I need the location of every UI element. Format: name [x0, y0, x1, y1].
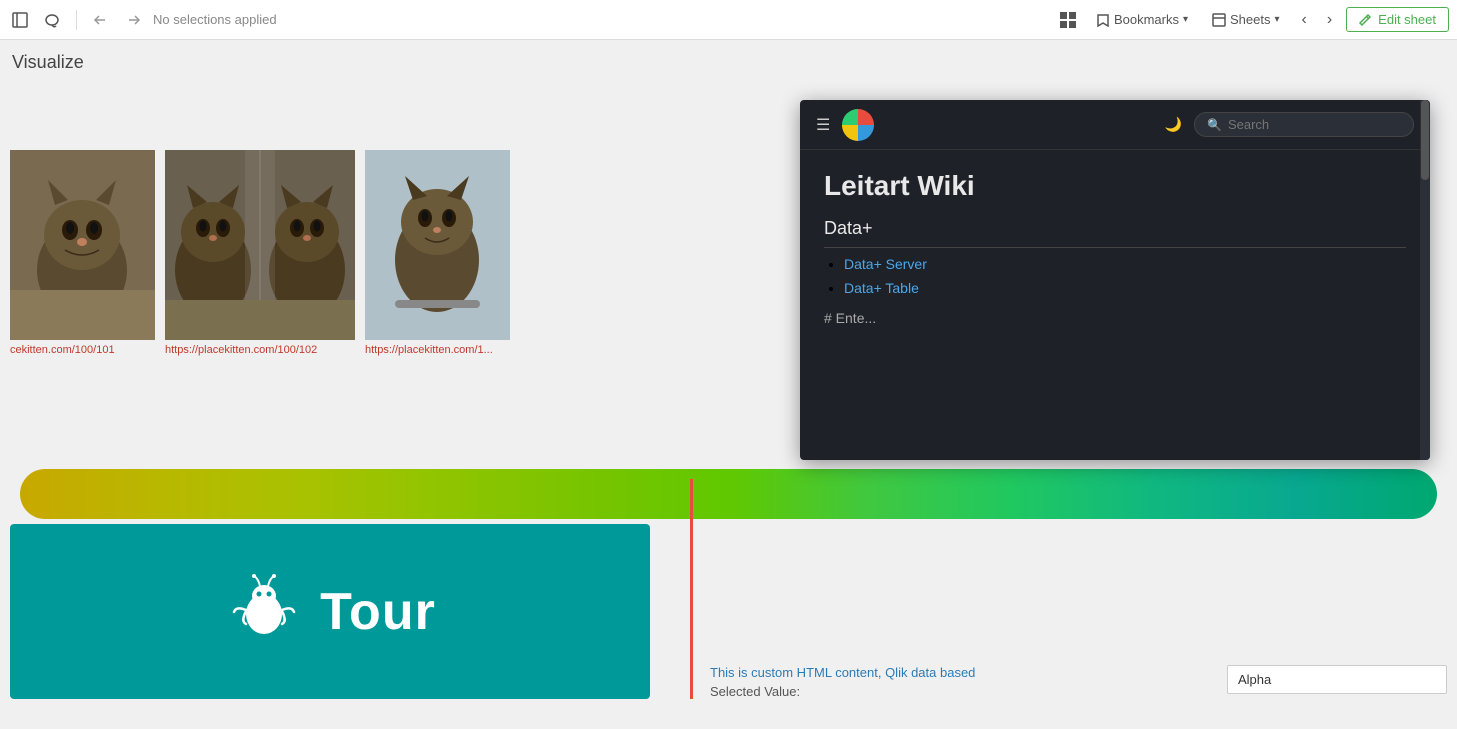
kitten-item-1: cekitten.com/100/101 [10, 150, 155, 356]
kitten-item-2: https://placekitten.com/100/102 [165, 150, 355, 356]
back-icon[interactable] [89, 8, 113, 32]
search-icon: 🔍 [1207, 118, 1222, 132]
kitten-url-1: cekitten.com/100/101 [10, 344, 115, 356]
custom-html-section: This is custom HTML content, Qlik data b… [710, 665, 1447, 699]
sheets-button[interactable]: Sheets ▾ [1204, 8, 1288, 31]
wiki-logo [842, 109, 874, 141]
wiki-body: Leitart Wiki Data+ Data+ Server Data+ Ta… [800, 150, 1430, 346]
bookmarks-chevron[interactable]: ▾ [1183, 14, 1188, 25]
kitten-url-2: https://placekitten.com/100/102 [165, 344, 317, 356]
bookmarks-button[interactable]: Bookmarks ▾ [1088, 8, 1196, 31]
wiki-search-input[interactable] [1228, 117, 1388, 132]
tour-section: Tour [10, 524, 650, 699]
wiki-search[interactable]: 🔍 [1194, 112, 1414, 137]
hamburger-icon[interactable]: ☰ [816, 115, 830, 135]
color-bar [20, 469, 1437, 519]
separator-1 [76, 10, 77, 30]
tour-monster-icon [224, 572, 304, 652]
sheets-label: Sheets [1230, 12, 1270, 27]
grid-icon[interactable] [1056, 8, 1080, 32]
wiki-title: Leitart Wiki [824, 170, 1406, 202]
kitten-item-3: https://placekitten.com/1... [365, 150, 510, 356]
kitten-image-1 [10, 150, 155, 340]
edit-sheet-label: Edit sheet [1378, 12, 1436, 27]
forward-icon[interactable] [121, 8, 145, 32]
next-button[interactable]: › [1321, 9, 1338, 31]
list-item-2: Data+ Table [844, 280, 1406, 298]
scrollbar-thumb[interactable] [1421, 100, 1429, 180]
dark-mode-icon[interactable]: 🌙 [1165, 116, 1182, 133]
wiki-faded-text: # Ente... [824, 310, 1406, 326]
select-icon[interactable] [8, 8, 32, 32]
kitten-image-2 [165, 150, 355, 340]
red-divider [690, 479, 693, 699]
alpha-input[interactable] [1227, 665, 1447, 694]
main-area: Visualize cek [0, 40, 1457, 729]
list-item-1: Data+ Server [844, 256, 1406, 274]
no-selections-label: No selections applied [153, 12, 1048, 27]
prev-button[interactable]: ‹ [1296, 9, 1313, 31]
sheets-chevron[interactable]: ▾ [1274, 14, 1279, 25]
toolbar-right: Bookmarks ▾ Sheets ▾ ‹ › Edit sheet [1056, 7, 1449, 32]
kitten-row: cekitten.com/100/101 [10, 150, 520, 356]
wiki-header: ☰ 🌙 🔍 [800, 100, 1430, 150]
toolbar: No selections applied Bookmarks ▾ Sheets… [0, 0, 1457, 40]
wiki-list: Data+ Server Data+ Table [824, 256, 1406, 298]
lasso-icon[interactable] [40, 8, 64, 32]
kitten-image-3 [365, 150, 510, 340]
wiki-link-1[interactable]: Data+ Server [844, 256, 927, 272]
wiki-panel: ☰ 🌙 🔍 Leitart Wiki Data+ Data+ Server Da… [800, 100, 1430, 460]
tour-content: Tour [224, 572, 436, 652]
edit-sheet-button[interactable]: Edit sheet [1346, 7, 1449, 32]
kitten-url-3: https://placekitten.com/1... [365, 344, 493, 356]
tour-text: Tour [320, 582, 436, 642]
scrollbar-track[interactable] [1420, 100, 1430, 460]
wiki-link-2[interactable]: Data+ Table [844, 280, 919, 296]
bookmarks-label: Bookmarks [1114, 12, 1179, 27]
visualize-label: Visualize [12, 52, 84, 73]
wiki-section-title: Data+ [824, 218, 1406, 248]
